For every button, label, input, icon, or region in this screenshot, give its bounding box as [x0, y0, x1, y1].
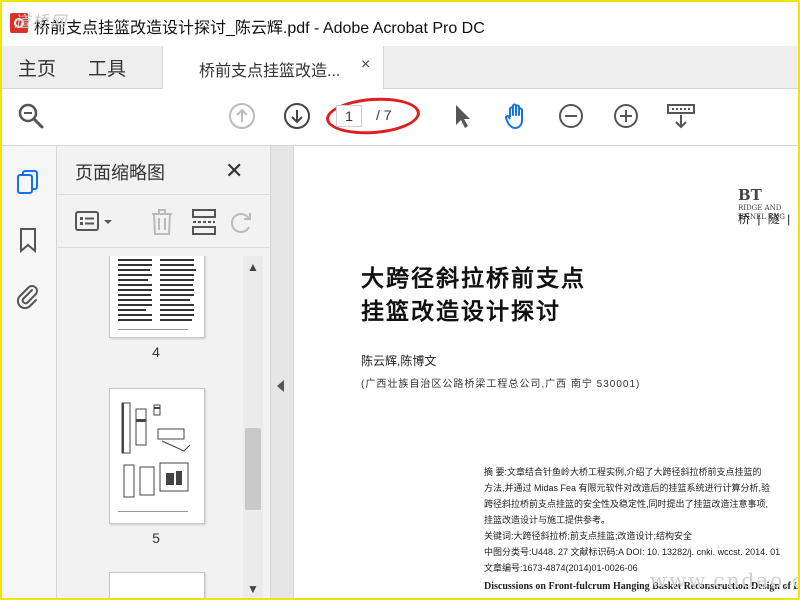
abstract-line: 挂篮改造设计与施工提供参考。 [484, 515, 611, 525]
abstract-line: 摘 要:文章结合针鱼岭大桥工程实例,介绍了大跨径斜拉桥前支点挂篮的 [484, 467, 762, 477]
delete-page-icon[interactable] [147, 207, 177, 237]
hand-icon[interactable] [501, 101, 531, 131]
paper-title-line1: 大跨径斜拉桥前支点 [361, 265, 586, 291]
thumbnail-scrollbar[interactable]: ▲ ▼ [243, 256, 263, 600]
close-tab-button[interactable]: × [361, 56, 370, 74]
thumbnail-label: 4 [152, 344, 160, 360]
document-tab-label: 桥前支点挂篮改造... [199, 63, 341, 80]
journal-logo-initials: BT [738, 186, 762, 204]
zoom-out-icon[interactable] [556, 101, 586, 131]
search-icon[interactable] [16, 101, 46, 131]
window-title: 桥前支点挂篮改造设计探讨_陈云辉.pdf - Adobe Acrobat Pro… [34, 20, 485, 37]
paper-title-line2: 挂篮改造设计探讨 [361, 298, 561, 324]
title-bar: 道桥网 桥前支点挂篮改造设计探讨_陈云辉.pdf - Adobe Acrobat… [0, 0, 800, 46]
watermark-top: 道桥网 [14, 12, 69, 31]
tab-document[interactable]: 桥前支点挂篮改造... × [162, 46, 384, 89]
zoom-in-icon[interactable] [611, 101, 641, 131]
thumbnail-page-4[interactable] [109, 256, 205, 338]
thumbnail-label: 5 [152, 530, 160, 546]
tab-tools[interactable]: 工具 [88, 54, 126, 81]
attachment-icon[interactable] [12, 280, 44, 312]
scroll-down-icon[interactable]: ▼ [247, 582, 259, 596]
paper-title: 大跨径斜拉桥前支点 挂篮改造设计探讨 [361, 262, 586, 328]
classification-line: 中图分类号:U448. 27 文献标识码:A DOI: 10. 13282/j.… [484, 547, 781, 557]
document-page: BT RIDGE AND UNNEL ENG 桥 | 隧 | 工 大跨径斜拉桥前… [294, 146, 800, 600]
page-number-input[interactable]: 1 [336, 105, 362, 127]
thumbnail-list: 4 5 [57, 256, 243, 600]
thumbnail-page-6[interactable] [109, 572, 205, 600]
keywords-line: 关键词:大跨径斜拉桥;前支点挂篮;改造设计;结构安全 [484, 531, 693, 541]
paper-authors: 陈云辉,陈博文 [361, 354, 437, 368]
tab-bar: 主页 工具 桥前支点挂篮改造... × [0, 46, 800, 89]
scroll-mode-icon[interactable] [666, 101, 696, 131]
left-rail [0, 146, 57, 600]
insert-page-icon[interactable] [189, 207, 219, 237]
collapse-panel-icon[interactable] [277, 380, 284, 392]
panel-collapse-strip[interactable] [271, 146, 294, 600]
watermark-bottom: www.cndao.com [650, 568, 800, 592]
scrollbar-thumb[interactable] [245, 428, 261, 510]
scroll-up-icon[interactable]: ▲ [247, 260, 259, 274]
page-total: / 7 [376, 107, 392, 123]
tab-home[interactable]: 主页 [18, 54, 56, 81]
next-page-icon[interactable] [282, 101, 312, 131]
main-toolbar: 1 / 7 [0, 89, 800, 146]
close-panel-button[interactable]: ✕ [225, 158, 243, 184]
abstract-line: 跨径斜拉桥前支点挂篮的安全性及稳定性,同时提出了挂篮改造注意事项, [484, 499, 769, 509]
rotate-page-icon[interactable] [227, 207, 257, 237]
abstract-line: 方法,并通过 Midas Fea 有限元软件对改造后的挂篮系统进行计算分析,验 [484, 483, 771, 493]
panel-toolbar [57, 194, 270, 248]
options-menu-icon[interactable] [73, 207, 117, 237]
journal-name-cn: 桥 | 隧 | 工 [738, 212, 800, 226]
abstract-block: 摘 要:文章结合针鱼岭大桥工程实例,介绍了大跨径斜拉桥前支点挂篮的 方法,并通过… [484, 464, 780, 576]
select-arrow-icon[interactable] [446, 101, 476, 131]
page-thumbnails-icon[interactable] [12, 166, 44, 198]
thumbnails-panel: 页面缩略图 ✕ 4 5 ▲ ▼ [57, 146, 271, 600]
paper-affiliation: (广西壮族自治区公路桥梁工程总公司,广西 南宁 530001) [361, 379, 641, 390]
panel-title: 页面缩略图 [75, 163, 165, 183]
bookmark-icon[interactable] [12, 224, 44, 256]
thumbnail-page-5[interactable] [109, 388, 205, 524]
prev-page-icon[interactable] [227, 101, 257, 131]
